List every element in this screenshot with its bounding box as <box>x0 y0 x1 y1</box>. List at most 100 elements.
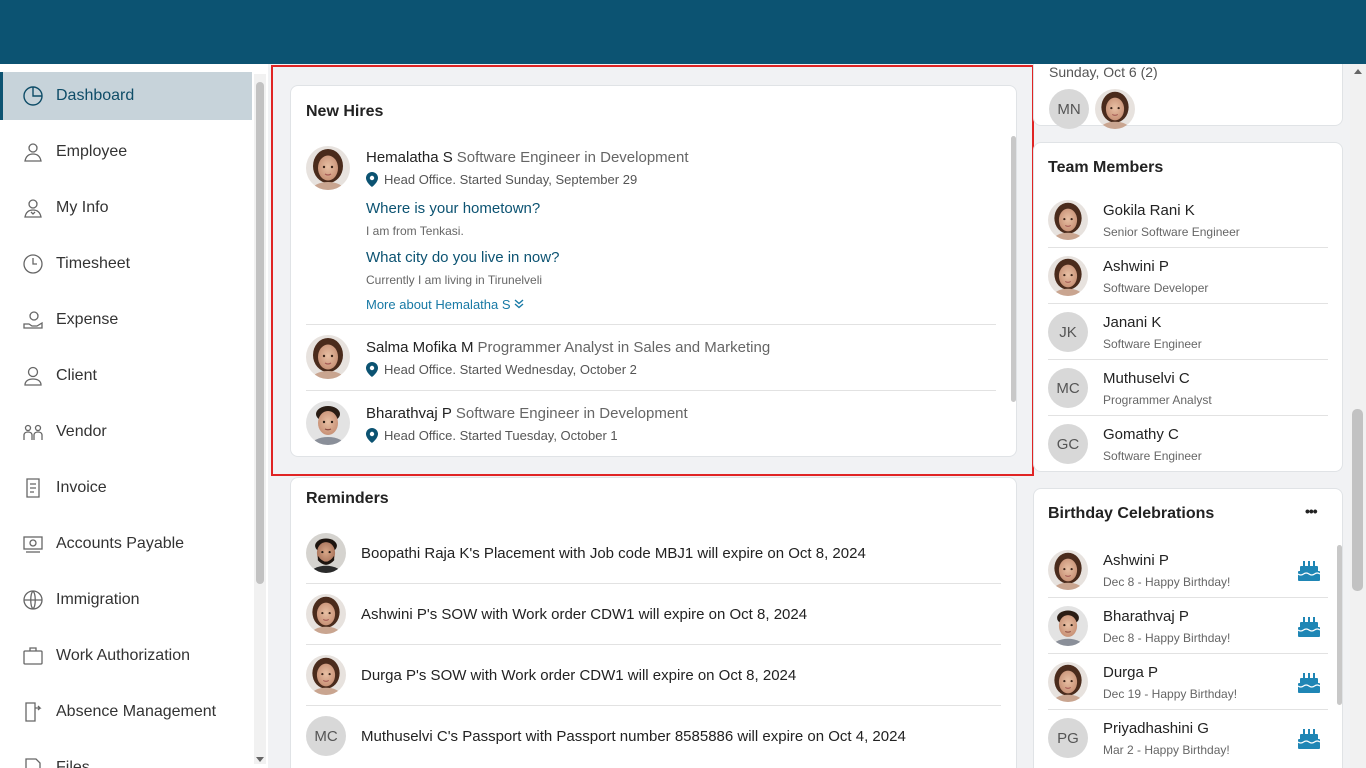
accounts-payable-icon <box>22 533 44 555</box>
sidebar-item-client[interactable]: Client <box>0 352 252 400</box>
more-options-button[interactable]: ••• <box>1305 503 1318 519</box>
absence-icon <box>22 701 44 723</box>
avatar[interactable] <box>1048 550 1088 590</box>
divider <box>1048 415 1328 416</box>
birthday-name[interactable]: Ashwini P <box>1103 552 1169 569</box>
birthday-cake-icon[interactable] <box>1296 557 1322 583</box>
birthday-name[interactable]: Bharathvaj P <box>1103 608 1189 625</box>
birthday-cake-icon[interactable] <box>1296 613 1322 639</box>
sidebar-item-label: Timesheet <box>56 255 131 272</box>
avatar[interactable] <box>306 655 346 695</box>
avatar[interactable] <box>1048 662 1088 702</box>
team-member-role: Software Engineer <box>1103 449 1202 463</box>
birthday-name[interactable]: Priyadhashini G <box>1103 720 1209 737</box>
globe-icon <box>22 589 44 611</box>
sidebar: Dashboard Employee My Info Timesheet Exp… <box>0 64 268 768</box>
reminders-title: Reminders <box>306 490 389 507</box>
birthday-detail: Mar 2 - Happy Birthday! <box>1103 743 1230 757</box>
highlight-frame <box>271 65 1034 476</box>
birthday-celebrations-title: Birthday Celebrations <box>1048 505 1215 522</box>
birthday-detail: Dec 19 - Happy Birthday! <box>1103 687 1238 701</box>
invoice-icon <box>22 477 44 499</box>
reminder-text[interactable]: Boopathi Raja K's Placement with Job cod… <box>361 545 866 562</box>
avatar[interactable] <box>1095 89 1135 129</box>
avatar[interactable] <box>306 533 346 573</box>
team-member-role: Programmer Analyst <box>1103 393 1212 407</box>
sidebar-item-timesheet[interactable]: Timesheet <box>0 240 252 288</box>
sidebar-item-absence-management[interactable]: Absence Management <box>0 688 252 736</box>
sidebar-item-work-authorization[interactable]: Work Authorization <box>0 632 252 680</box>
avatar-initials[interactable]: MC <box>306 716 346 756</box>
divider <box>306 705 1001 706</box>
avatar[interactable] <box>1048 256 1088 296</box>
divider <box>1048 303 1328 304</box>
sidebar-item-files[interactable]: Files <box>0 744 252 768</box>
work-authorization-icon <box>22 645 44 667</box>
sidebar-item-label: Files <box>56 759 90 768</box>
sidebar-item-immigration[interactable]: Immigration <box>0 576 252 624</box>
team-member-name[interactable]: Muthuselvi C <box>1103 370 1190 387</box>
divider <box>1048 247 1328 248</box>
avatar[interactable] <box>1048 200 1088 240</box>
sidebar-item-label: Absence Management <box>56 703 217 720</box>
team-members-card <box>1033 142 1343 472</box>
sidebar-item-invoice[interactable]: Invoice <box>0 464 252 512</box>
avatar-initials[interactable]: MC <box>1048 368 1088 408</box>
sidebar-item-label: Dashboard <box>56 87 135 104</box>
employee-icon <box>22 141 44 163</box>
birthday-name[interactable]: Durga P <box>1103 664 1158 681</box>
sidebar-item-my-info[interactable]: My Info <box>0 184 252 232</box>
team-member-name[interactable]: Ashwini P <box>1103 258 1169 275</box>
vendor-icon <box>22 421 44 443</box>
avatar-initials[interactable]: GC <box>1048 424 1088 464</box>
divider <box>1048 709 1328 710</box>
team-member-role: Software Developer <box>1103 281 1209 295</box>
event-date-label: Sunday, Oct 6 (2) <box>1049 64 1158 80</box>
sidebar-item-employee[interactable]: Employee <box>0 128 252 176</box>
divider <box>1048 597 1328 598</box>
birthday-scrollbar[interactable] <box>1337 545 1342 705</box>
sidebar-scrollbar[interactable] <box>254 74 266 764</box>
sidebar-item-accounts-payable[interactable]: Accounts Payable <box>0 520 252 568</box>
team-member-role: Software Engineer <box>1103 337 1202 351</box>
sidebar-item-vendor[interactable]: Vendor <box>0 408 252 456</box>
divider <box>1048 653 1328 654</box>
sidebar-item-label: My Info <box>56 199 109 216</box>
birthday-detail: Dec 8 - Happy Birthday! <box>1103 631 1231 645</box>
sidebar-item-expense[interactable]: Expense <box>0 296 252 344</box>
team-member-name[interactable]: Gokila Rani K <box>1103 202 1195 219</box>
team-member-role: Senior Software Engineer <box>1103 225 1240 239</box>
team-members-title: Team Members <box>1048 159 1164 176</box>
birthday-cake-icon[interactable] <box>1296 725 1322 751</box>
birthday-detail: Dec 8 - Happy Birthday! <box>1103 575 1231 589</box>
sidebar-item-label: Immigration <box>56 591 140 608</box>
avatar[interactable] <box>1048 606 1088 646</box>
page-scrollbar[interactable] <box>1350 64 1366 768</box>
sidebar-item-label: Invoice <box>56 479 107 496</box>
avatar-initials[interactable]: JK <box>1048 312 1088 352</box>
sidebar-item-label: Work Authorization <box>56 647 190 664</box>
client-icon <box>22 365 44 387</box>
reminder-text[interactable]: Durga P's SOW with Work order CDW1 will … <box>361 667 796 684</box>
sidebar-item-label: Expense <box>56 311 119 328</box>
divider <box>306 644 1001 645</box>
sidebar-item-label: Client <box>56 367 97 384</box>
sidebar-item-label: Accounts Payable <box>56 535 185 552</box>
sidebar-item-label: Vendor <box>56 423 107 440</box>
divider <box>1048 359 1328 360</box>
divider <box>306 583 1001 584</box>
avatar-initials[interactable]: PG <box>1048 718 1088 758</box>
reminder-text[interactable]: Ashwini P's SOW with Work order CDW1 wil… <box>361 606 807 623</box>
sidebar-item-dashboard[interactable]: Dashboard <box>0 72 252 120</box>
birthday-cake-icon[interactable] <box>1296 669 1322 695</box>
avatar-initials[interactable]: MN <box>1049 89 1089 129</box>
avatar[interactable] <box>306 594 346 634</box>
expense-icon <box>22 309 44 331</box>
my-info-icon <box>22 197 44 219</box>
files-icon <box>22 757 44 768</box>
sidebar-item-label: Employee <box>56 143 128 160</box>
team-member-name[interactable]: Janani K <box>1103 314 1161 331</box>
team-member-name[interactable]: Gomathy C <box>1103 426 1179 443</box>
reminder-text[interactable]: Muthuselvi C's Passport with Passport nu… <box>361 728 906 745</box>
dashboard-pie-icon <box>22 85 44 107</box>
